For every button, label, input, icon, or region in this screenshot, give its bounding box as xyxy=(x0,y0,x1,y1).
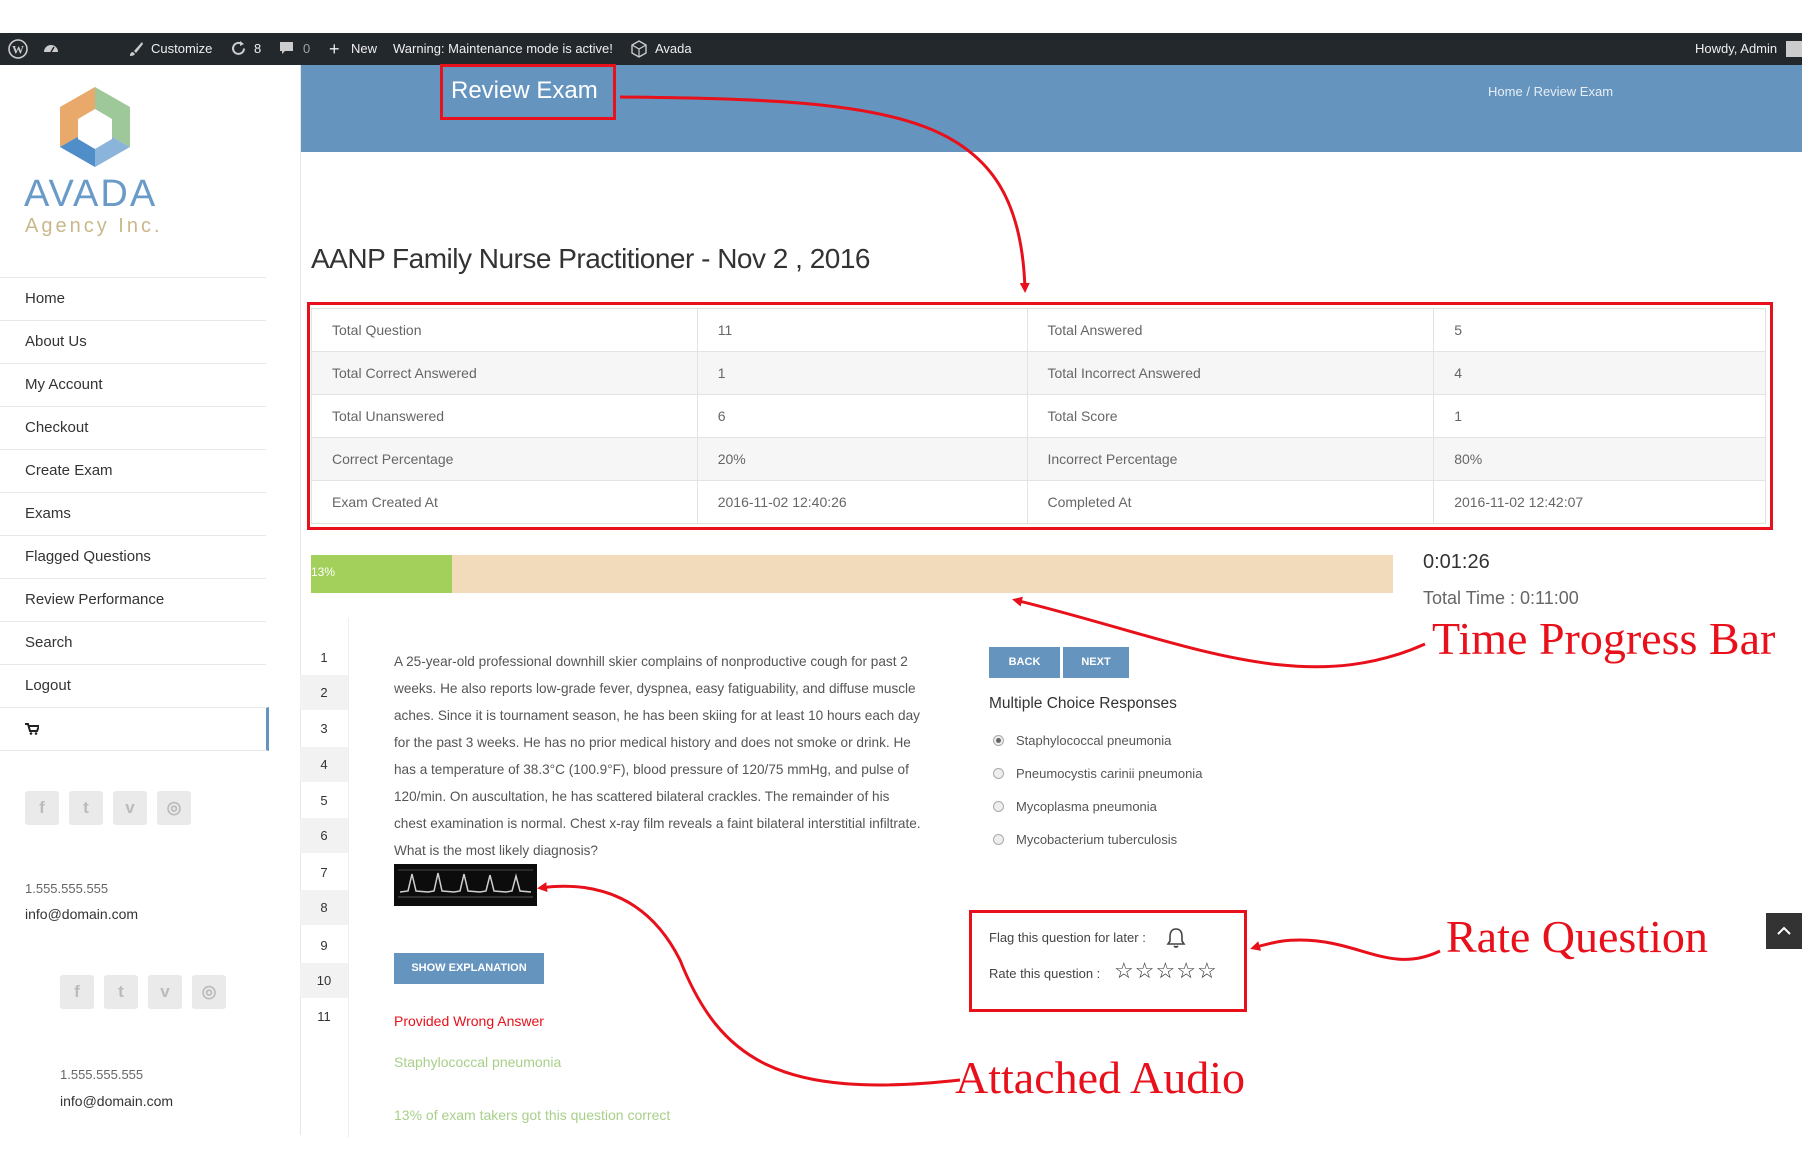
annotation-rate-question: Rate Question xyxy=(1446,911,1708,962)
annotation-attached-audio: Attached Audio xyxy=(955,1052,1245,1103)
annotation-time-progress: Time Progress Bar xyxy=(1432,613,1776,664)
annotation-arrows xyxy=(537,95,1441,1087)
